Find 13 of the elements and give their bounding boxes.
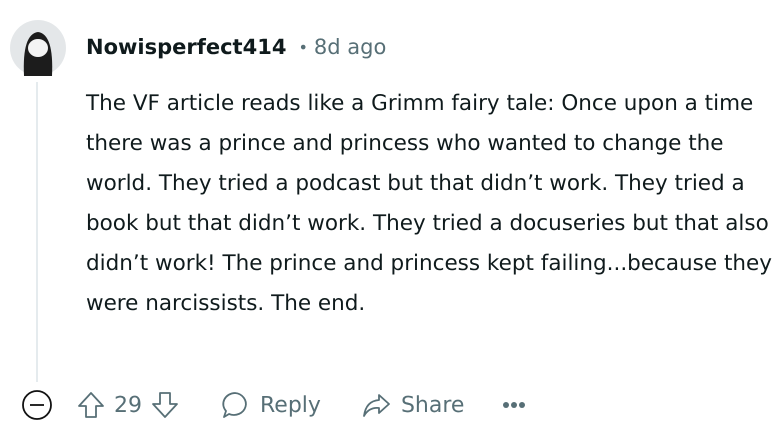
separator-dot: •	[298, 37, 308, 59]
username[interactable]: Nowisperfect414	[86, 32, 286, 64]
comment-icon	[220, 390, 250, 420]
comment-text: The VF article reads like a Grimm fairy tale: Once upon a time there was a prince and princess who wanted to change the world. They tried a podcast but that didn’t work. They tried a book but that didn’t work. They tried a docuseries but that also didn’t work! The prince and princess kept failing...because they were narcissists. The end.	[86, 90, 773, 318]
timestamp: 8d ago	[314, 34, 386, 62]
upvote-icon[interactable]	[76, 390, 106, 420]
collapse-icon[interactable]	[22, 390, 52, 420]
share-button[interactable]: Share	[360, 388, 464, 422]
vote-count: 29	[114, 392, 142, 420]
downvote-icon[interactable]	[150, 390, 180, 420]
more-icon[interactable]	[502, 401, 526, 409]
reply-button[interactable]: Reply	[220, 388, 321, 422]
avatar[interactable]	[10, 20, 66, 76]
